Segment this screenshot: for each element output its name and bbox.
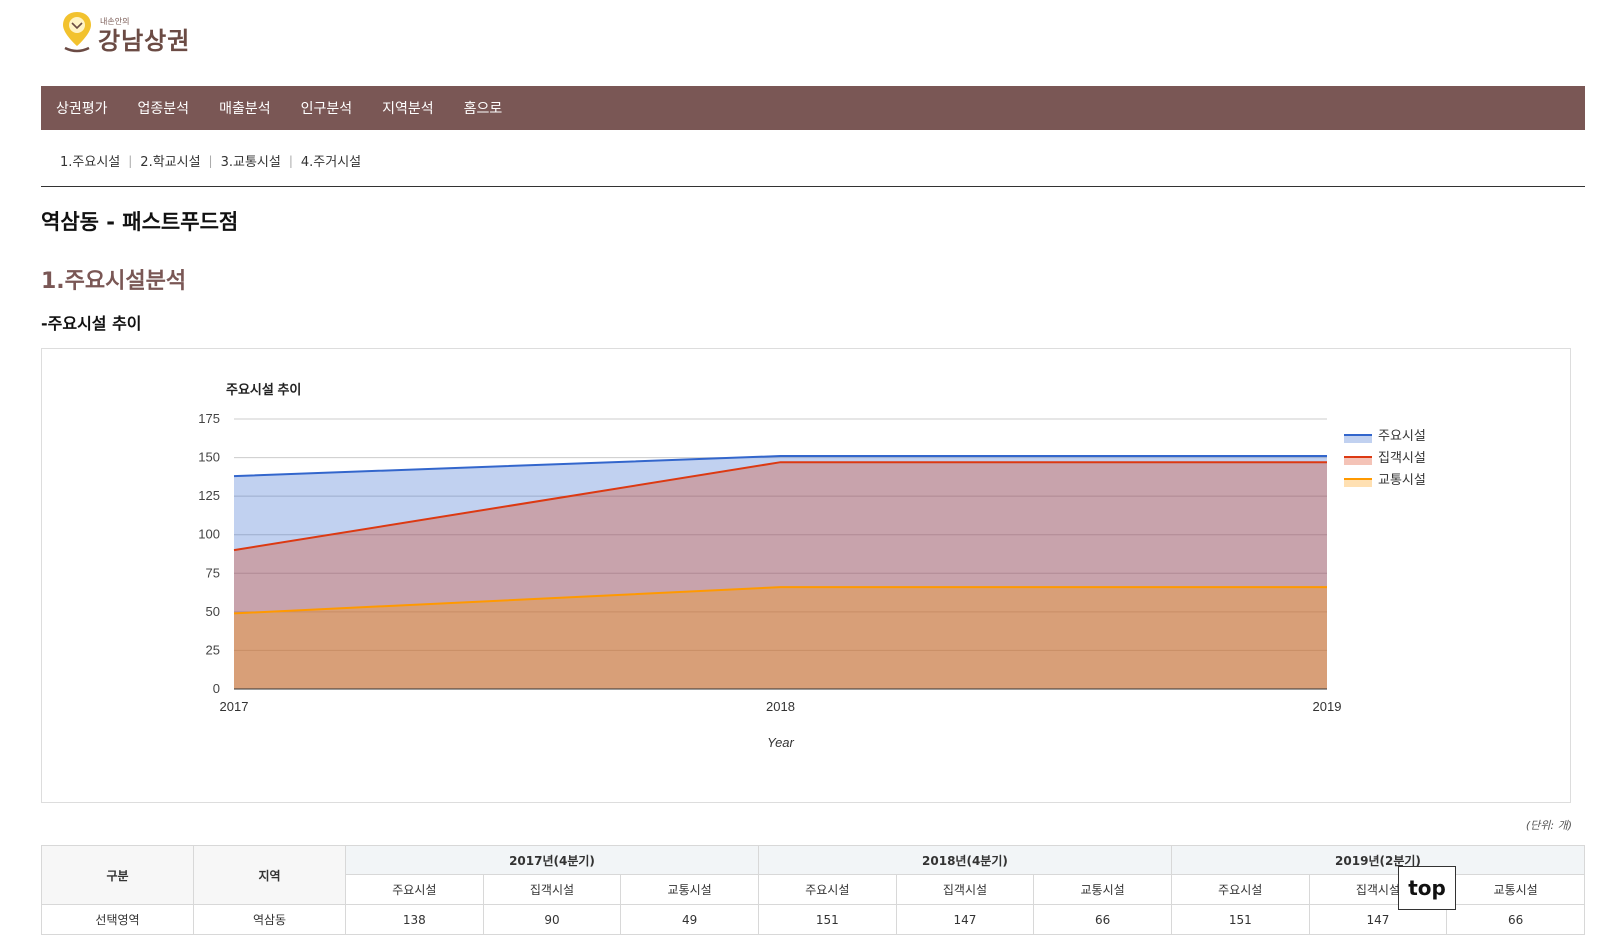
chart-section-subtitle: -주요시설 추이 <box>41 314 142 333</box>
table-subheader: 집객시설 <box>482 874 622 905</box>
y-tick-label: 100 <box>198 527 220 542</box>
y-tick-label: 75 <box>206 565 220 580</box>
table-subheader: 주요시설 <box>345 874 484 905</box>
legend-swatch <box>1344 435 1372 443</box>
table-cell-region: 역삼동 <box>193 904 346 935</box>
table-cell: 66 <box>1446 904 1585 935</box>
table-header-period: 2017년(4분기) <box>345 845 759 875</box>
logo-title: 강남상권 <box>98 27 191 55</box>
legend-swatch <box>1344 457 1372 465</box>
table-subheader: 교통시설 <box>1446 874 1585 905</box>
legend-label: 집객시설 <box>1378 450 1426 465</box>
nav-item-population[interactable]: 인구분석 <box>301 98 353 118</box>
table-cell: 49 <box>620 904 759 935</box>
x-axis-label: Year <box>767 735 794 750</box>
page-title: 역삼동 - 패스트푸드점 <box>41 210 239 234</box>
table-header-period: 2018년(4분기) <box>757 845 1172 875</box>
subnav-divider: | <box>208 153 213 168</box>
y-tick-label: 25 <box>206 642 220 657</box>
nav-item-sales[interactable]: 매출분석 <box>219 98 271 118</box>
divider <box>41 186 1585 187</box>
table-cell: 147 <box>895 904 1035 935</box>
table-subheader: 집객시설 <box>895 874 1035 905</box>
sub-nav: 1.주요시설 | 2.학교시설 | 3.교통시설 | 4.주거시설 <box>60 151 361 171</box>
subnav-divider: | <box>128 153 133 168</box>
legend-label: 교통시설 <box>1378 472 1426 487</box>
logo[interactable]: 내손안의 강남상권 <box>60 10 190 54</box>
y-tick-label: 175 <box>198 411 220 426</box>
y-tick-label: 150 <box>198 450 220 465</box>
table-row: 선택영역 역삼동 138 90 49 151 147 66 151 147 66 <box>41 904 1585 935</box>
chart-container: 0 25 50 75 100 125 150 175 주요시설 추이 2017 2018 2019 Ye… <box>41 348 1571 803</box>
table-cell: 138 <box>345 904 484 935</box>
y-tick-label: 0 <box>213 681 220 696</box>
y-tick-label: 125 <box>198 488 220 503</box>
legend-swatch <box>1344 479 1372 487</box>
x-tick-label: 2018 <box>766 699 795 714</box>
nav-item-home[interactable]: 홈으로 <box>464 98 503 118</box>
main-nav: 상권평가 업종분석 매출분석 인구분석 지역분석 홈으로 <box>41 86 1585 130</box>
table-header-group: 구분 <box>41 845 194 905</box>
subnav-item-housing[interactable]: 4.주거시설 <box>301 151 361 170</box>
legend-label: 주요시설 <box>1378 428 1426 443</box>
subnav-item-schools[interactable]: 2.학교시설 <box>140 151 200 170</box>
logo-subtitle: 내손안의 <box>100 17 130 26</box>
table-header-period: 2019년(2분기) <box>1170 845 1586 875</box>
table-subheader: 주요시설 <box>757 874 897 905</box>
table-cell: 151 <box>757 904 897 935</box>
section-title: 1.주요시설분석 <box>41 269 187 294</box>
nav-item-industry[interactable]: 업종분석 <box>138 98 190 118</box>
table-cell-group: 선택영역 <box>41 904 194 935</box>
pin-logo-icon <box>60 10 94 54</box>
nav-item-region[interactable]: 지역분석 <box>382 98 434 118</box>
y-tick-label: 50 <box>206 604 220 619</box>
subnav-item-major-facilities[interactable]: 1.주요시설 <box>60 151 120 170</box>
table-cell: 151 <box>1170 904 1310 935</box>
table-header-region: 지역 <box>193 845 346 905</box>
unit-note: (단위: 개) <box>1525 819 1572 832</box>
table-subheader: 교통시설 <box>620 874 759 905</box>
subnav-item-transport[interactable]: 3.교통시설 <box>221 151 281 170</box>
x-tick-label: 2017 <box>220 699 249 714</box>
x-tick-label: 2019 <box>1313 699 1342 714</box>
facility-table: 구분 지역 2017년(4분기) 2018년(4분기) 2019년(2분기) 주… <box>41 845 1586 935</box>
page: 내손안의 강남상권 상권평가 업종분석 매출분석 인구분석 지역분석 홈으로 1… <box>0 0 1614 935</box>
scroll-top-button[interactable]: top <box>1398 866 1456 910</box>
area-chart: 0 25 50 75 100 125 150 175 주요시설 추이 2017 2018 2019 Ye… <box>198 382 1426 750</box>
nav-item-evaluation[interactable]: 상권평가 <box>56 98 108 118</box>
subnav-divider: | <box>288 153 293 168</box>
table-subheader: 주요시설 <box>1170 874 1310 905</box>
table-cell: 66 <box>1033 904 1172 935</box>
chart-title: 주요시설 추이 <box>226 382 301 397</box>
table-cell: 90 <box>482 904 622 935</box>
table-subheader: 교통시설 <box>1033 874 1172 905</box>
